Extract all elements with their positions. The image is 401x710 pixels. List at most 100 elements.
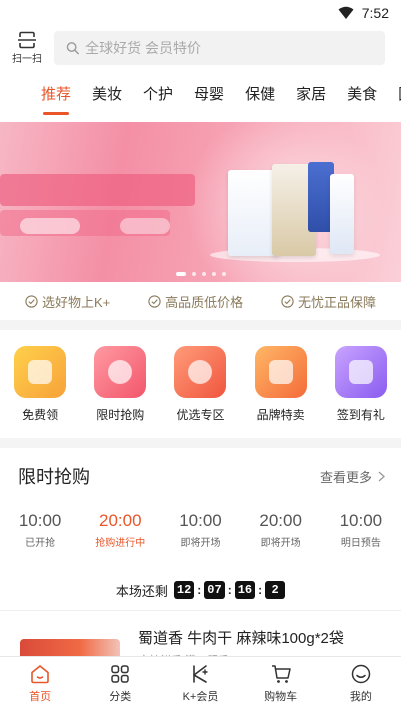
slot-status: 即将开场 xyxy=(260,538,301,549)
time-slot[interactable]: 20:00 抢购进行中 xyxy=(85,510,155,549)
nav-label: 首页 xyxy=(29,691,52,703)
calendar-icon xyxy=(334,346,387,398)
timer-icon xyxy=(94,346,147,398)
gift-icon xyxy=(14,346,67,398)
tab-makeup[interactable]: 美妆 xyxy=(92,84,122,106)
nav-profile[interactable]: 我的 xyxy=(329,663,393,704)
banner-pagination xyxy=(0,272,401,276)
quick-entry-label: 限时抢购 xyxy=(96,408,145,422)
tab-home[interactable]: 家居 xyxy=(296,84,326,106)
status-time: 7:52 xyxy=(361,5,389,21)
product-card[interactable]: 蜀道香 牛肉干 麻辣味100g*2袋 麻辣鲜香 满口留香 xyxy=(0,611,401,661)
smile-icon xyxy=(351,664,371,684)
quick-entry-selected[interactable]: 优选专区 xyxy=(166,346,234,423)
view-more-link[interactable]: 查看更多 xyxy=(320,467,385,486)
guarantee-label: 选好物上K+ xyxy=(41,294,111,310)
quick-entry-label: 签到有礼 xyxy=(336,408,385,422)
banner-dot[interactable] xyxy=(201,272,206,276)
countdown-minutes: 07 xyxy=(204,581,225,599)
flash-sale-slots: 10:00 已开抢 20:00 抢购进行中 10:00 即将开场 20:00 即… xyxy=(0,504,401,570)
status-bar: 7:52 xyxy=(0,0,401,26)
quick-entry-flash-sale[interactable]: 限时抢购 xyxy=(86,346,154,423)
quick-entry-checkin[interactable]: 签到有礼 xyxy=(327,346,395,423)
slot-time: 10:00 xyxy=(339,511,383,530)
wifi-icon xyxy=(338,6,354,19)
search-icon xyxy=(66,42,79,55)
view-more-label: 查看更多 xyxy=(319,469,372,485)
quick-entry-label: 免费领 xyxy=(22,408,59,422)
time-slot[interactable]: 10:00 即将开场 xyxy=(165,510,235,549)
star-icon xyxy=(174,346,227,398)
banner-tag xyxy=(120,218,170,234)
scan-label: 扫一扫 xyxy=(12,54,42,65)
countdown-separator: : xyxy=(227,583,232,597)
nav-label: 分类 xyxy=(109,691,132,703)
quick-entry-brand[interactable]: 品牌特卖 xyxy=(247,346,315,423)
flash-sale-title: 限时抢购 xyxy=(18,467,90,487)
section-divider xyxy=(0,320,401,330)
banner-tag xyxy=(20,218,80,234)
tab-health[interactable]: 保健 xyxy=(245,84,275,106)
quick-entry-free[interactable]: 免费领 xyxy=(6,346,74,423)
banner-dot[interactable] xyxy=(211,272,216,276)
countdown: 本场还剩 12 : 07 : 16 : 2 xyxy=(0,570,401,610)
tab-food[interactable]: 美食 xyxy=(347,84,377,106)
banner-dot[interactable] xyxy=(191,272,196,276)
banner-dot[interactable] xyxy=(175,272,186,276)
scan-icon xyxy=(18,31,36,49)
tab-recommend[interactable]: 推荐 xyxy=(41,84,71,115)
category-tabs: 推荐 美妆 个护 母婴 保健 家居 美食 国家 xyxy=(0,70,401,120)
search-input[interactable] xyxy=(85,40,385,56)
countdown-separator: : xyxy=(258,583,263,597)
section-divider xyxy=(0,438,401,448)
countdown-tenths: 2 xyxy=(265,581,286,599)
nav-cart[interactable]: 购物车 xyxy=(249,663,313,704)
guarantee-item: 无忧正品保障 xyxy=(281,292,376,311)
slot-time: 20:00 xyxy=(99,511,142,530)
guarantee-item: 选好物上K+ xyxy=(25,292,110,311)
search-box[interactable] xyxy=(54,31,385,65)
banner-dot[interactable] xyxy=(221,272,226,276)
check-circle-icon xyxy=(25,294,38,308)
time-slot[interactable]: 10:00 已开抢 xyxy=(5,510,75,549)
tab-mother-baby[interactable]: 母婴 xyxy=(194,84,224,106)
slot-time: 20:00 xyxy=(259,511,302,530)
guarantee-bar: 选好物上K+ 高品质低价格 无忧正品保障 xyxy=(0,282,401,320)
tab-personal-care[interactable]: 个护 xyxy=(143,84,173,106)
banner-product-image xyxy=(330,174,354,254)
nav-home[interactable]: 首页 xyxy=(8,663,72,704)
countdown-hours: 12 xyxy=(173,581,195,599)
countdown-separator: : xyxy=(197,583,202,597)
check-circle-icon xyxy=(148,294,161,308)
scan-button[interactable]: 扫一扫 xyxy=(10,31,44,65)
slot-status: 明日预告 xyxy=(340,538,381,549)
quick-entry-label: 优选专区 xyxy=(176,408,225,422)
time-slot[interactable]: 20:00 即将开场 xyxy=(246,510,316,549)
slot-time: 10:00 xyxy=(179,511,222,530)
grid-icon xyxy=(111,665,130,683)
nav-member[interactable]: K+会员 xyxy=(168,663,232,704)
home-icon xyxy=(31,665,49,684)
chevron-right-icon xyxy=(378,471,385,481)
countdown-label: 本场还剩 xyxy=(115,583,168,599)
slot-status: 即将开场 xyxy=(180,538,221,549)
nav-label: 购物车 xyxy=(264,691,298,703)
member-icon xyxy=(193,665,209,683)
guarantee-item: 高品质低价格 xyxy=(148,292,243,311)
slot-status: 已开抢 xyxy=(25,538,56,549)
check-circle-icon xyxy=(281,294,294,308)
promo-banner[interactable] xyxy=(0,122,401,282)
countdown-seconds: 16 xyxy=(234,581,256,599)
flash-sale-header: 限时抢购 查看更多 xyxy=(0,448,401,504)
product-title: 蜀道香 牛肉干 麻辣味100g*2袋 xyxy=(138,630,344,647)
bottom-nav: 首页 分类 K+会员 购物车 我的 xyxy=(0,656,401,710)
guarantee-label: 无忧正品保障 xyxy=(298,294,377,310)
brand-icon xyxy=(254,346,307,398)
quick-entry-label: 品牌特卖 xyxy=(256,408,305,422)
nav-category[interactable]: 分类 xyxy=(88,663,152,704)
cart-icon xyxy=(271,665,291,683)
nav-label: 我的 xyxy=(349,691,372,703)
banner-headline-block xyxy=(0,174,195,206)
slot-time: 10:00 xyxy=(18,511,62,530)
time-slot[interactable]: 10:00 明日预告 xyxy=(326,510,396,549)
